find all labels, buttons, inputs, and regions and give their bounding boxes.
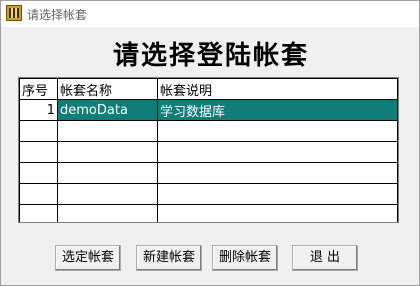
window-title: 请选择帐套 — [27, 8, 88, 22]
cell-description[interactable] — [157, 141, 398, 163]
column-header-index: 序号 — [19, 78, 58, 100]
page-title: 请选择登陆帐套 — [112, 41, 309, 71]
cell-index[interactable]: 1 — [19, 99, 58, 121]
title-bar: 请选择帐套 — [1, 1, 419, 27]
table-header-row: 序号 帐套名称 帐套说明 — [19, 78, 398, 100]
table-row[interactable] — [19, 183, 398, 205]
cell-index[interactable] — [19, 141, 58, 163]
table-row[interactable] — [19, 120, 398, 142]
cell-index[interactable] — [19, 162, 58, 184]
app-icon — [6, 5, 22, 21]
cell-name[interactable]: demoData — [57, 99, 158, 121]
account-set-grid[interactable]: 序号 帐套名称 帐套说明 1 demoData 学习数据库 — [18, 77, 399, 223]
select-account-set-button[interactable]: 选定帐套 — [55, 245, 121, 271]
cell-description[interactable] — [157, 162, 398, 184]
cell-description[interactable] — [157, 120, 398, 142]
table-row[interactable]: 1 demoData 学习数据库 — [19, 99, 398, 121]
cell-name[interactable] — [57, 162, 158, 184]
cell-index[interactable] — [19, 204, 58, 222]
account-set-table: 序号 帐套名称 帐套说明 1 demoData 学习数据库 — [19, 78, 398, 222]
cell-index[interactable] — [19, 183, 58, 205]
table-row[interactable] — [19, 204, 398, 222]
delete-account-set-button[interactable]: 删除帐套 — [212, 245, 278, 271]
column-header-description: 帐套说明 — [157, 78, 398, 100]
table-row[interactable] — [19, 141, 398, 163]
exit-button[interactable]: 退 出 — [292, 245, 358, 271]
cell-description[interactable] — [157, 183, 398, 205]
new-account-set-button[interactable]: 新建帐套 — [136, 245, 202, 271]
cell-name[interactable] — [57, 141, 158, 163]
cell-name[interactable] — [57, 120, 158, 142]
dialog-window: 请选择帐套 请选择登陆帐套 序号 帐套名称 帐套说明 1 demoData 学习… — [0, 0, 420, 286]
cell-description[interactable] — [157, 204, 398, 222]
column-header-name: 帐套名称 — [57, 78, 158, 100]
cell-description[interactable]: 学习数据库 — [157, 99, 398, 121]
cell-name[interactable] — [57, 183, 158, 205]
cell-name[interactable] — [57, 204, 158, 222]
cell-index[interactable] — [19, 120, 58, 142]
table-row[interactable] — [19, 162, 398, 184]
